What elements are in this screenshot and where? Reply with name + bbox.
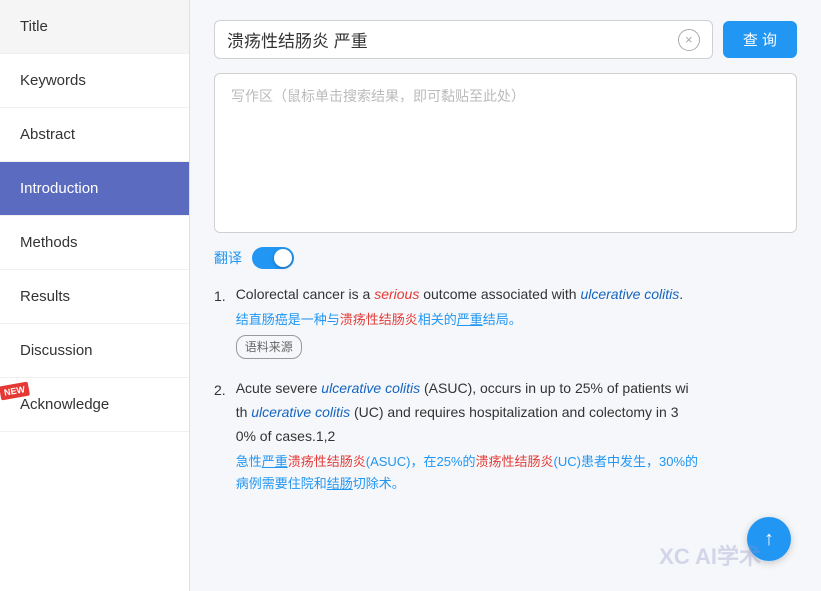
search-bar: 溃疡性结肠炎 严重 × 查 询	[214, 20, 797, 59]
translate-label: 翻译	[214, 248, 242, 268]
italic-blue-span: ulcerative colitis	[580, 286, 679, 302]
writing-area[interactable]: 写作区（鼠标单击搜索结果，即可黏贴至此处）	[214, 73, 797, 233]
sidebar-item-label: Discussion	[20, 342, 93, 359]
sidebar-item-results[interactable]: Results	[0, 270, 189, 324]
scroll-up-button[interactable]: ↑	[747, 517, 791, 561]
sidebar-item-title[interactable]: Title	[0, 0, 189, 54]
result-cn-text-2: 急性严重溃疡性结肠炎(ASUC)，在25%的溃疡性结肠炎(UC)患者中发生，30…	[236, 451, 797, 495]
sidebar-item-methods[interactable]: Methods	[0, 216, 189, 270]
result-item-2: 2. Acute severe ulcerative colitis (ASUC…	[214, 377, 797, 495]
result-en-text-1[interactable]: Colorectal cancer is a serious outcome a…	[236, 283, 797, 307]
result-content-1: Colorectal cancer is a serious outcome a…	[236, 283, 797, 359]
sidebar: Title Keywords Abstract Introduction Met…	[0, 0, 190, 591]
cn-underline-1: 严重	[262, 454, 288, 469]
source-tag-1[interactable]: 语料来源	[236, 335, 302, 359]
cn-highlight-2: 严重	[457, 312, 483, 327]
clear-button[interactable]: ×	[678, 29, 700, 51]
sidebar-item-label: Methods	[20, 234, 78, 251]
writing-area-placeholder: 写作区（鼠标单击搜索结果，即可黏贴至此处）	[231, 88, 525, 104]
sidebar-item-introduction[interactable]: Introduction	[0, 162, 189, 216]
toggle-knob	[274, 249, 292, 267]
result-en-text-2[interactable]: Acute severe ulcerative colitis (ASUC), …	[236, 377, 797, 448]
cn-highlight-5: 结肠	[327, 476, 353, 491]
result-cn-text-1: 结直肠癌是一种与溃疡性结肠炎相关的严重结局。	[236, 309, 797, 331]
sidebar-item-acknowledge[interactable]: NEW Acknowledge	[0, 378, 189, 432]
cn-highlight-4: 溃疡性结肠炎	[476, 454, 554, 469]
results-list: 1. Colorectal cancer is a serious outcom…	[214, 283, 797, 495]
italic-red-span: serious	[374, 286, 419, 302]
sidebar-item-keywords[interactable]: Keywords	[0, 54, 189, 108]
sidebar-item-discussion[interactable]: Discussion	[0, 324, 189, 378]
result-item-1: 1. Colorectal cancer is a serious outcom…	[214, 283, 797, 359]
sidebar-item-label: Abstract	[20, 126, 75, 143]
italic-blue-span-2: ulcerative colitis	[321, 380, 420, 396]
italic-blue-span-3: ulcerative colitis	[251, 404, 350, 420]
result-number-1: 1.	[214, 283, 226, 359]
sidebar-item-label: Keywords	[20, 72, 86, 89]
sidebar-item-abstract[interactable]: Abstract	[0, 108, 189, 162]
translate-toggle[interactable]	[252, 247, 294, 269]
result-content-2: Acute severe ulcerative colitis (ASUC), …	[236, 377, 797, 495]
search-input-wrapper[interactable]: 溃疡性结肠炎 严重 ×	[214, 20, 713, 59]
cn-highlight-1: 溃疡性结肠炎	[340, 312, 418, 327]
translate-row: 翻译	[214, 247, 797, 269]
search-query-text: 溃疡性结肠炎 严重	[227, 27, 678, 52]
sidebar-item-label: Introduction	[20, 180, 98, 197]
query-button[interactable]: 查 询	[723, 21, 797, 58]
scroll-up-icon: ↑	[764, 528, 774, 551]
sidebar-item-label: Title	[20, 18, 48, 35]
sidebar-item-label: Acknowledge	[20, 396, 109, 413]
sidebar-item-label: Results	[20, 288, 70, 305]
result-number-2: 2.	[214, 377, 226, 495]
main-content: 溃疡性结肠炎 严重 × 查 询 写作区（鼠标单击搜索结果，即可黏贴至此处） 翻译…	[190, 0, 821, 591]
cn-highlight-3: 溃疡性结肠炎	[288, 454, 366, 469]
